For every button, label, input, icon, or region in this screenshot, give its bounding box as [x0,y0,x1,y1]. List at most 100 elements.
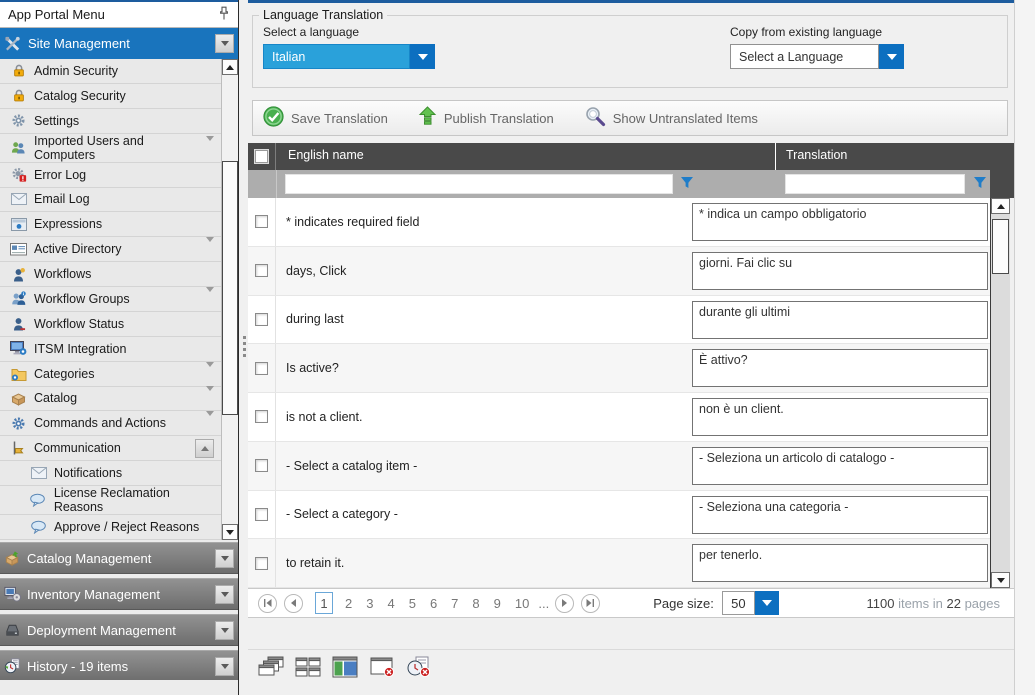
table-scroll-down-button[interactable] [991,572,1010,588]
sidebar-item-approve-reject-reasons[interactable]: Approve / Reject Reasons [0,515,221,540]
row-checkbox[interactable] [255,313,268,326]
next-page-button[interactable] [555,594,574,613]
sidebar-item-error-log[interactable]: Error Log [0,163,221,188]
row-checkbox[interactable] [255,410,268,423]
translation-filter-funnel-icon[interactable] [973,176,987,195]
section-label: Catalog Management [27,551,151,566]
section-expand-button[interactable] [215,657,234,676]
translation-textarea[interactable] [692,203,988,241]
translation-textarea[interactable] [692,349,988,387]
page-6-link[interactable]: 6 [430,596,437,611]
translation-textarea[interactable] [692,398,988,436]
current-page-1[interactable]: 1 [315,592,333,614]
section-expand-button[interactable] [215,549,234,568]
close-all-windows-button[interactable] [404,655,434,683]
publish-translation-button[interactable]: Publish Translation [418,106,554,130]
last-page-button[interactable] [581,594,600,613]
sidebar-item-catalog[interactable]: Catalog [0,387,221,412]
sidebar-item-admin-security[interactable]: Admin Security [0,59,221,84]
page-7-link[interactable]: 7 [451,596,458,611]
tile-windows-button[interactable] [293,655,323,683]
section-expand-button[interactable] [215,621,234,640]
scrollbar-thumb[interactable] [222,161,238,415]
sidebar-item-workflow-groups[interactable]: Workflow Groups [0,287,221,312]
expand-arrow-icon[interactable] [206,391,214,405]
sidebar-section-history-19-items[interactable]: History - 19 items [0,650,238,682]
sidebar-section-inventory-management[interactable]: Inventory Management [0,578,238,610]
expand-arrow-icon[interactable] [206,416,214,430]
row-checkbox[interactable] [255,557,268,570]
sidebar-item-expressions[interactable]: Expressions [0,212,221,237]
expand-arrow-icon[interactable] [206,242,214,256]
row-checkbox[interactable] [255,459,268,472]
translation-textarea[interactable] [692,447,988,485]
translation-textarea[interactable] [692,252,988,290]
row-checkbox[interactable] [255,508,268,521]
sidebar-item-categories[interactable]: Categories [0,362,221,387]
row-checkbox[interactable] [255,215,268,228]
page-9-link[interactable]: 9 [494,596,501,611]
english-name-cell: - Select a category - [286,507,398,521]
page-3-link[interactable]: 3 [366,596,373,611]
translation-filter-input[interactable] [785,174,965,194]
page-8-link[interactable]: 8 [472,596,479,611]
english-filter-funnel-icon[interactable] [680,176,694,195]
sidebar-item-notifications[interactable]: Notifications [0,461,221,486]
page-size-value[interactable]: 50 [722,591,755,615]
prev-page-button[interactable] [284,594,303,613]
sidebar-section-deployment-management[interactable]: Deployment Management [0,614,238,646]
expand-arrow-icon[interactable] [206,292,214,306]
table-scrollbar[interactable] [990,198,1010,588]
cascade-windows-button[interactable] [256,655,286,683]
sidebar-item-communication[interactable]: Communication [0,436,221,461]
language-dropdown-button[interactable] [410,44,435,69]
panel-splitter[interactable] [238,0,248,695]
column-header-translation[interactable]: Translation [786,148,847,162]
sidebar-item-license-reclamation-reasons[interactable]: License Reclamation Reasons [0,486,221,515]
sidebar-item-email-log[interactable]: Email Log [0,188,221,213]
page-2-link[interactable]: 2 [345,596,352,611]
copy-language-dropdown[interactable]: Select a Language [730,44,904,69]
language-dropdown[interactable]: Italian [263,44,435,69]
page-size-dropdown-button[interactable] [755,591,779,615]
scroll-up-button[interactable] [222,59,238,75]
sidebar-item-workflows[interactable]: Workflows [0,262,221,287]
pin-icon[interactable] [218,6,230,24]
save-translation-button[interactable]: Save Translation [263,106,388,130]
copy-dropdown-button[interactable] [879,44,904,69]
first-page-button[interactable] [258,594,277,613]
table-scroll-up-button[interactable] [991,198,1010,214]
tile-vertical-button[interactable] [330,655,360,683]
sidebar-section-site-management[interactable]: Site Management [0,28,238,59]
translation-textarea[interactable] [692,496,988,534]
expand-arrow-icon[interactable] [206,141,214,155]
row-checkbox[interactable] [255,264,268,277]
expand-arrow-icon[interactable] [206,367,214,381]
page-4-link[interactable]: 4 [387,596,394,611]
translation-textarea[interactable] [692,544,988,582]
collapse-arrow-icon[interactable] [195,439,214,458]
close-window-button[interactable] [367,655,397,683]
sidebar-item-active-directory[interactable]: Active Directory [0,237,221,262]
sidebar-scrollbar[interactable] [221,59,238,540]
page-10-link[interactable]: 10 [515,596,529,611]
show-untranslated-items-button[interactable]: Show Untranslated Items [584,106,758,130]
translation-textarea[interactable] [692,301,988,339]
english-filter-input[interactable] [285,174,673,194]
select-all-checkbox[interactable] [254,149,269,164]
sidebar-item-imported-users-and-computers[interactable]: Imported Users and Computers [0,134,221,163]
sidebar-item-workflow-status[interactable]: Workflow Status [0,312,221,337]
scroll-down-button[interactable] [222,524,238,540]
sidebar-item-commands-and-actions[interactable]: Commands and Actions [0,411,221,436]
table-scrollbar-thumb[interactable] [992,219,1009,274]
sidebar-item-settings[interactable]: Settings [0,109,221,134]
section-collapse-button[interactable] [215,34,234,53]
sidebar-item-catalog-security[interactable]: Catalog Security [0,84,221,109]
column-header-english[interactable]: English name [288,148,364,162]
page-5-link[interactable]: 5 [409,596,416,611]
translation-table-body: * indicates required fielddays, Clickdur… [248,198,990,588]
sidebar-section-catalog-management[interactable]: Catalog Management [0,542,238,574]
row-checkbox[interactable] [255,362,268,375]
section-expand-button[interactable] [215,585,234,604]
sidebar-item-itsm-integration[interactable]: ITSM Integration [0,337,221,362]
